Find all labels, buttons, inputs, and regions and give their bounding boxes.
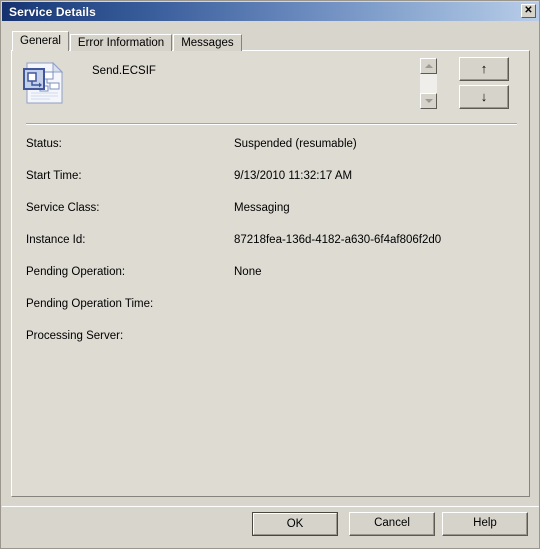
tab-general[interactable]: General xyxy=(12,31,69,51)
field-label: Pending Operation: xyxy=(26,266,126,278)
service-name-label: Send.ECSIF xyxy=(92,65,156,77)
field-row-pending-operation: Pending Operation: None xyxy=(26,266,516,298)
field-value: Messaging xyxy=(234,202,290,214)
field-label: Start Time: xyxy=(26,170,82,182)
help-button[interactable]: Help xyxy=(442,512,528,536)
ok-button[interactable]: OK xyxy=(252,512,338,536)
scroll-up-arrow-icon xyxy=(424,64,433,68)
field-row-status: Status: Suspended (resumable) xyxy=(26,138,516,170)
tab-messages[interactable]: Messages xyxy=(173,34,242,51)
scroll-down-button[interactable] xyxy=(420,93,437,109)
scroll-up-button[interactable] xyxy=(420,58,437,74)
scroll-down-arrow-icon xyxy=(424,99,433,103)
field-row-pending-operation-time: Pending Operation Time: xyxy=(26,298,516,330)
previous-instance-button[interactable]: ↑ xyxy=(459,57,509,81)
button-bar-separator xyxy=(2,506,539,507)
close-icon[interactable]: ✕ xyxy=(521,4,536,18)
field-value: 9/13/2010 11:32:17 AM xyxy=(234,170,353,182)
field-row-service-class: Service Class: Messaging xyxy=(26,202,516,234)
field-label: Processing Server: xyxy=(26,330,124,342)
field-value: 87218fea-136d-4182-a630-6f4af806f2d0 xyxy=(234,234,442,246)
general-tab-panel: Send.ECSIF ↑ ↓ Status: Suspended (resuma… xyxy=(11,50,530,497)
instance-scrollbar[interactable] xyxy=(420,58,437,109)
field-value: None xyxy=(234,266,262,278)
header-separator xyxy=(26,123,517,125)
window-title: Service Details xyxy=(9,4,96,19)
tab-strip: General Error Information Messages xyxy=(12,31,243,51)
field-label: Service Class: xyxy=(26,202,100,214)
title-bar[interactable]: Service Details ✕ xyxy=(2,2,539,21)
field-label: Instance Id: xyxy=(26,234,86,246)
field-label: Pending Operation Time: xyxy=(26,298,154,310)
field-row-instance-id: Instance Id: 87218fea-136d-4182-a630-6f4… xyxy=(26,234,516,266)
ok-button-label: OK xyxy=(253,513,337,535)
field-value: Suspended (resumable) xyxy=(234,138,357,150)
field-label: Status: xyxy=(26,138,62,150)
cancel-button[interactable]: Cancel xyxy=(349,512,435,536)
next-instance-button[interactable]: ↓ xyxy=(459,85,509,109)
field-row-processing-server: Processing Server: xyxy=(26,330,516,362)
orchestration-document-icon xyxy=(20,59,68,107)
service-details-dialog: Service Details ✕ General Error Informat… xyxy=(0,0,540,549)
details-field-list: Status: Suspended (resumable) Start Time… xyxy=(26,138,516,362)
tab-error-information[interactable]: Error Information xyxy=(69,34,173,51)
field-row-start-time: Start Time: 9/13/2010 11:32:17 AM xyxy=(26,170,516,202)
